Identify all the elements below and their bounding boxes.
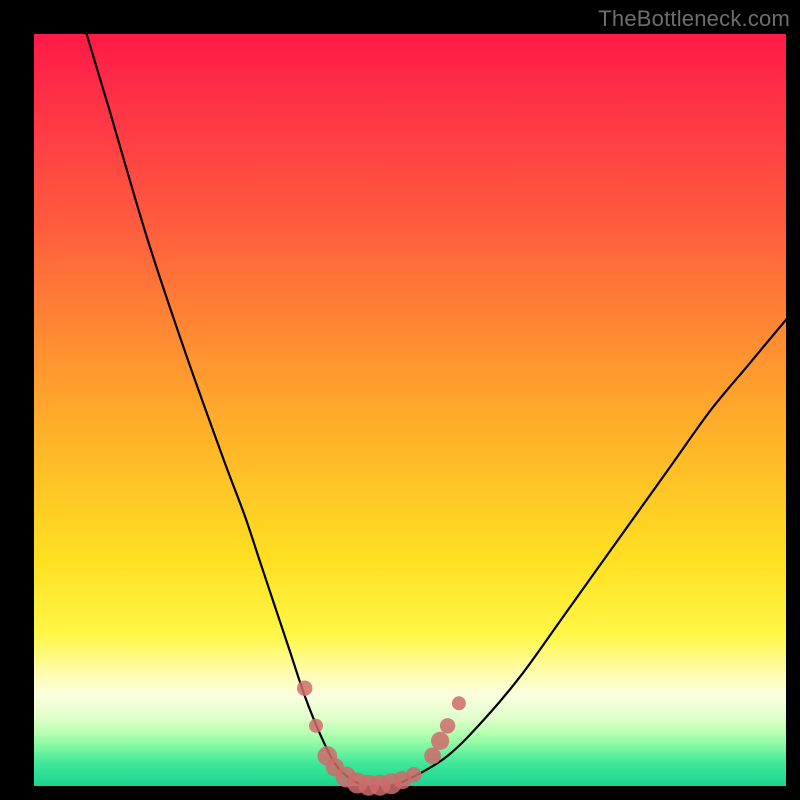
- bottleneck-curve: [87, 34, 786, 787]
- marker-dot: [452, 696, 466, 710]
- watermark-text: TheBottleneck.com: [598, 6, 790, 32]
- chart-overlay: [34, 34, 786, 786]
- chart-frame: TheBottleneck.com: [0, 0, 800, 800]
- marker-dot: [406, 767, 421, 782]
- marker-dot: [424, 748, 441, 765]
- marker-dot: [309, 719, 323, 733]
- marker-dot: [440, 718, 455, 733]
- marker-dot: [431, 732, 449, 750]
- marker-dot: [297, 681, 312, 696]
